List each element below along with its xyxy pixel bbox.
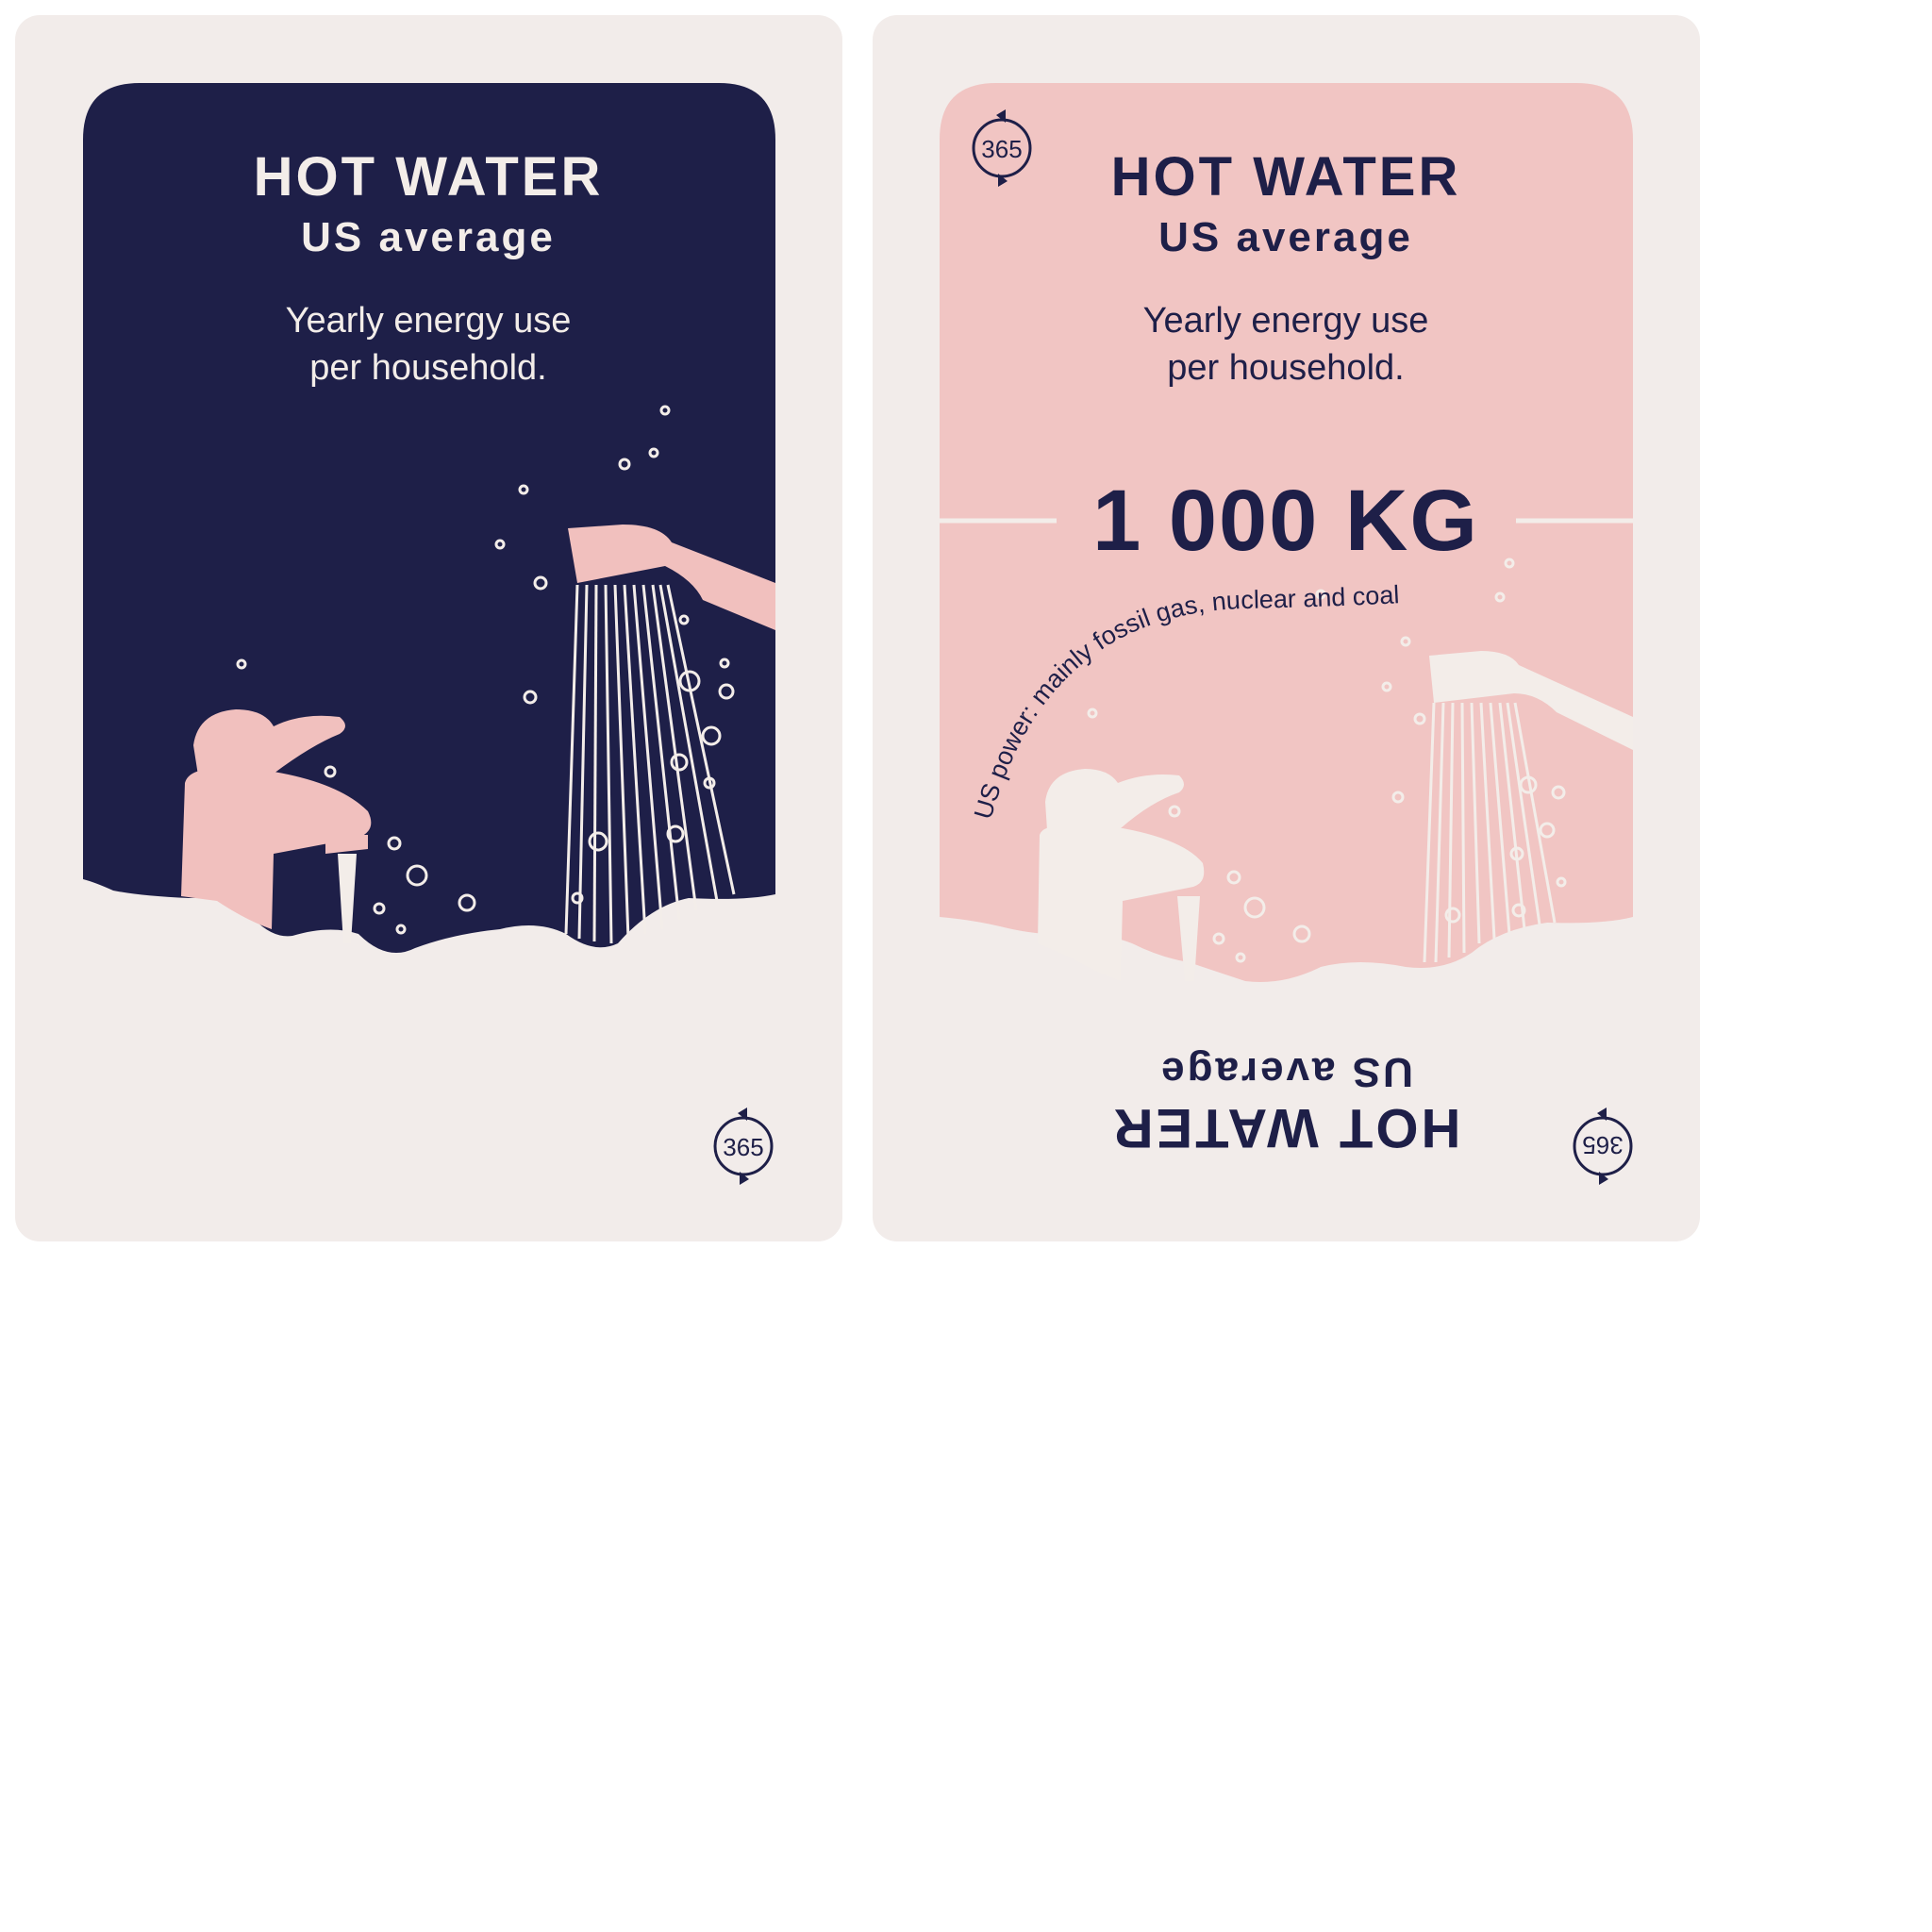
front-description-line2: per household. bbox=[309, 348, 546, 388]
back-description-line1: Yearly energy use bbox=[1143, 301, 1429, 341]
front-card[interactable]: HOT WATER US average Yearly energy use p… bbox=[15, 15, 842, 1241]
cards-canvas: HOT WATER US average Yearly energy use p… bbox=[15, 15, 1700, 1241]
back-badge-bottom: 365 bbox=[1582, 1131, 1623, 1159]
co2-value: 1 000 KG bbox=[1092, 473, 1479, 569]
front-subtitle: US average bbox=[301, 214, 556, 260]
front-title: HOT WATER bbox=[254, 146, 604, 208]
back-subtitle: US average bbox=[1158, 214, 1413, 260]
back-card[interactable]: 365 HOT WATER US average Yearly energy u… bbox=[873, 15, 1700, 1241]
flipped-title: HOT WATER bbox=[1111, 1097, 1461, 1158]
front-description-line1: Yearly energy use bbox=[286, 301, 572, 341]
back-description-line2: per household. bbox=[1167, 348, 1404, 388]
back-title: HOT WATER bbox=[1111, 146, 1461, 208]
back-badge-top: 365 bbox=[981, 135, 1022, 163]
flipped-subtitle: US average bbox=[1158, 1049, 1413, 1095]
flipped-footer: HOT WATER US average bbox=[1111, 1049, 1461, 1158]
front-badge-365: 365 bbox=[723, 1133, 763, 1161]
